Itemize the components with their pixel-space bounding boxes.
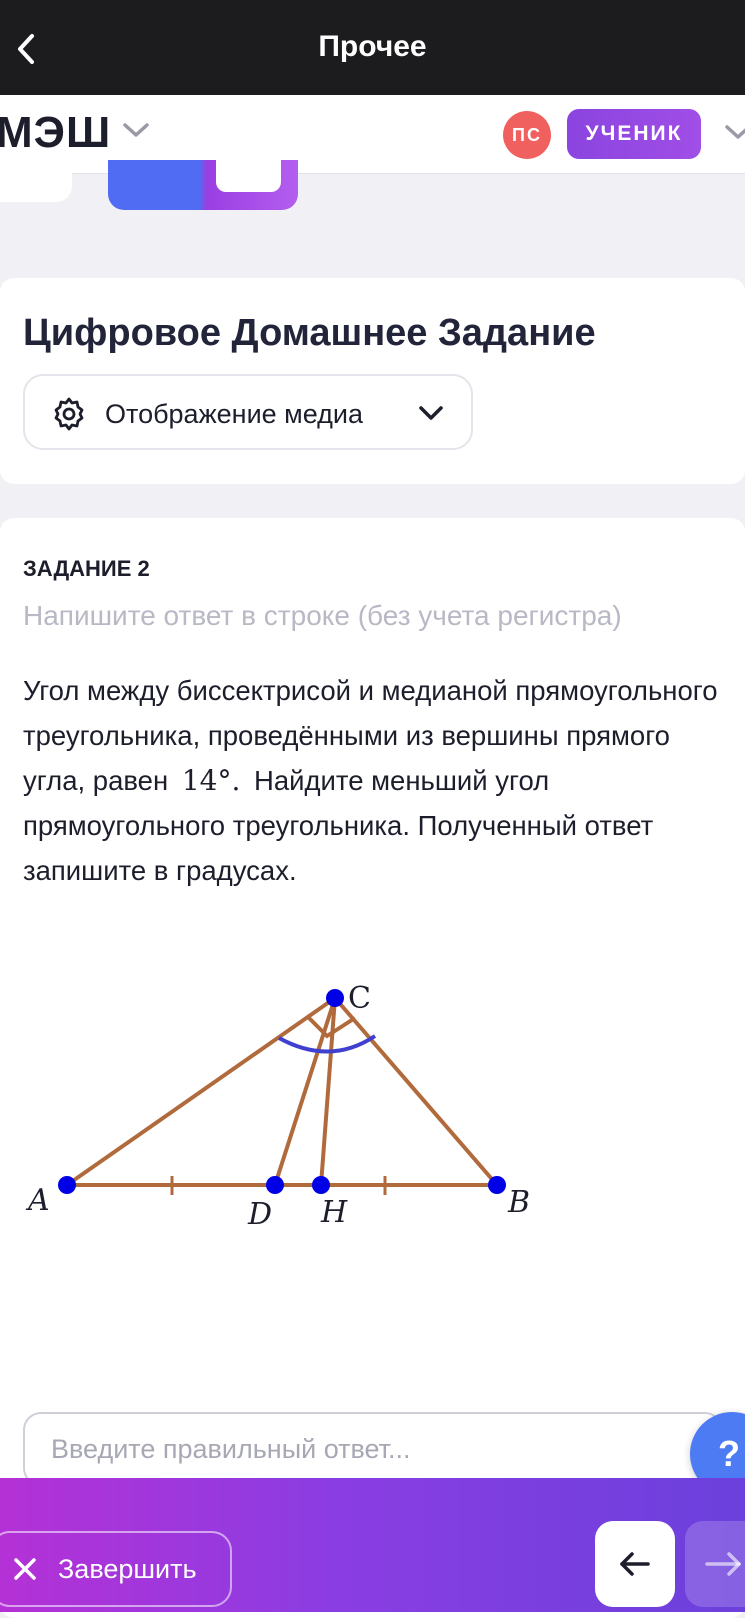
carousel-card-gradient[interactable] bbox=[108, 160, 298, 210]
top-navigation-bar: Прочее bbox=[0, 0, 745, 95]
label-a: A bbox=[25, 1183, 50, 1218]
label-h: H bbox=[320, 1195, 348, 1228]
carousel-card-partial[interactable] bbox=[0, 160, 72, 202]
app-logo[interactable]: МЭШ bbox=[0, 108, 111, 158]
media-display-label: Отображение медиа bbox=[105, 399, 364, 429]
label-c: C bbox=[348, 981, 371, 1016]
page-title: Цифровое Домашнее Задание bbox=[23, 312, 596, 354]
point-h bbox=[312, 1176, 330, 1194]
media-display-dropdown[interactable]: Отображение медиа bbox=[23, 374, 473, 450]
screen-title: Прочее bbox=[318, 30, 427, 63]
chevron-down-icon[interactable] bbox=[122, 121, 150, 139]
label-b: B bbox=[507, 1185, 530, 1220]
chevron-down-icon[interactable] bbox=[724, 123, 745, 141]
close-icon bbox=[10, 1554, 40, 1584]
role-badge[interactable]: УЧЕНИК bbox=[567, 109, 701, 159]
task-math-value: 14°. bbox=[181, 764, 241, 797]
help-button-label: ? bbox=[718, 1433, 740, 1474]
task-number: ЗАДАНИЕ 2 bbox=[23, 556, 150, 581]
previous-button[interactable] bbox=[595, 1521, 675, 1607]
point-c bbox=[326, 989, 344, 1007]
next-button[interactable] bbox=[685, 1521, 745, 1607]
gear-icon bbox=[54, 397, 84, 431]
task-text: Угол между биссектрисой и медианой прямо… bbox=[23, 668, 728, 893]
finish-label: Завершить bbox=[58, 1553, 197, 1584]
task-hint: Напишите ответ в строке (без учета регис… bbox=[23, 600, 622, 631]
user-avatar[interactable]: ПС bbox=[503, 111, 551, 159]
arrow-left-icon bbox=[620, 1552, 650, 1576]
carousel-card-inner bbox=[216, 160, 281, 192]
side-bc bbox=[333, 996, 499, 1187]
homework-header-card: Цифровое Домашнее Задание Отображение ме… bbox=[0, 278, 745, 484]
answer-input[interactable] bbox=[23, 1412, 723, 1486]
point-b bbox=[488, 1176, 506, 1194]
point-a bbox=[58, 1176, 76, 1194]
side-ac bbox=[65, 996, 337, 1187]
bottom-action-bar: Завершить bbox=[0, 1478, 745, 1612]
arrow-right-icon bbox=[705, 1552, 741, 1576]
triangle-figure: C A D H B bbox=[25, 981, 530, 1228]
point-d bbox=[266, 1176, 284, 1194]
label-d: D bbox=[247, 1197, 272, 1228]
chevron-down-icon bbox=[419, 406, 443, 420]
finish-button[interactable]: Завершить bbox=[0, 1531, 232, 1607]
